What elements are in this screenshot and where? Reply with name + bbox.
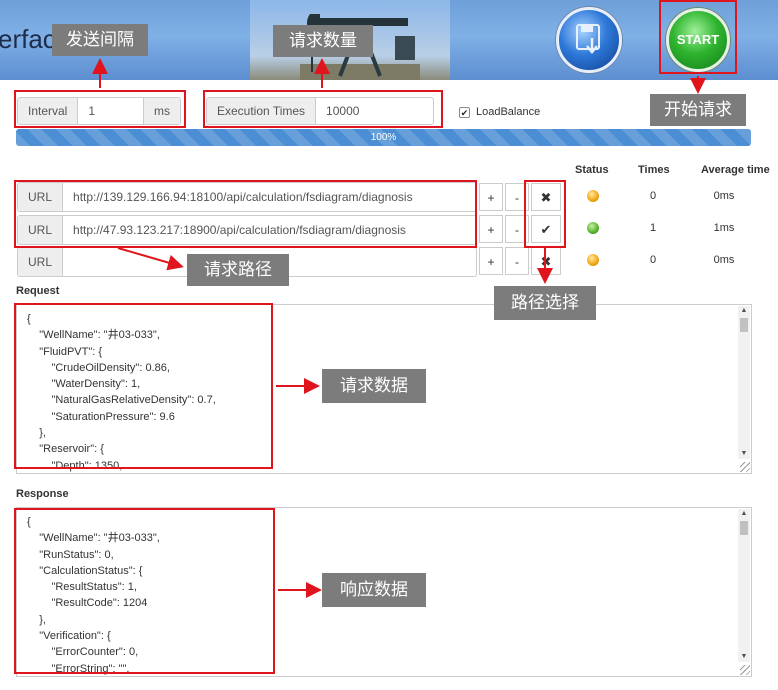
annotation-path-select: 路径选择 <box>494 286 596 320</box>
annotation-request-count: 请求数量 <box>273 25 373 57</box>
annotation-send-interval: 发送间隔 <box>52 24 148 56</box>
annotation-request-data: 请求数据 <box>322 369 426 403</box>
annotation-response-data: 响应数据 <box>322 573 426 607</box>
annotation-start-request: 开始请求 <box>650 94 746 126</box>
annotation-request-path: 请求路径 <box>187 254 289 286</box>
